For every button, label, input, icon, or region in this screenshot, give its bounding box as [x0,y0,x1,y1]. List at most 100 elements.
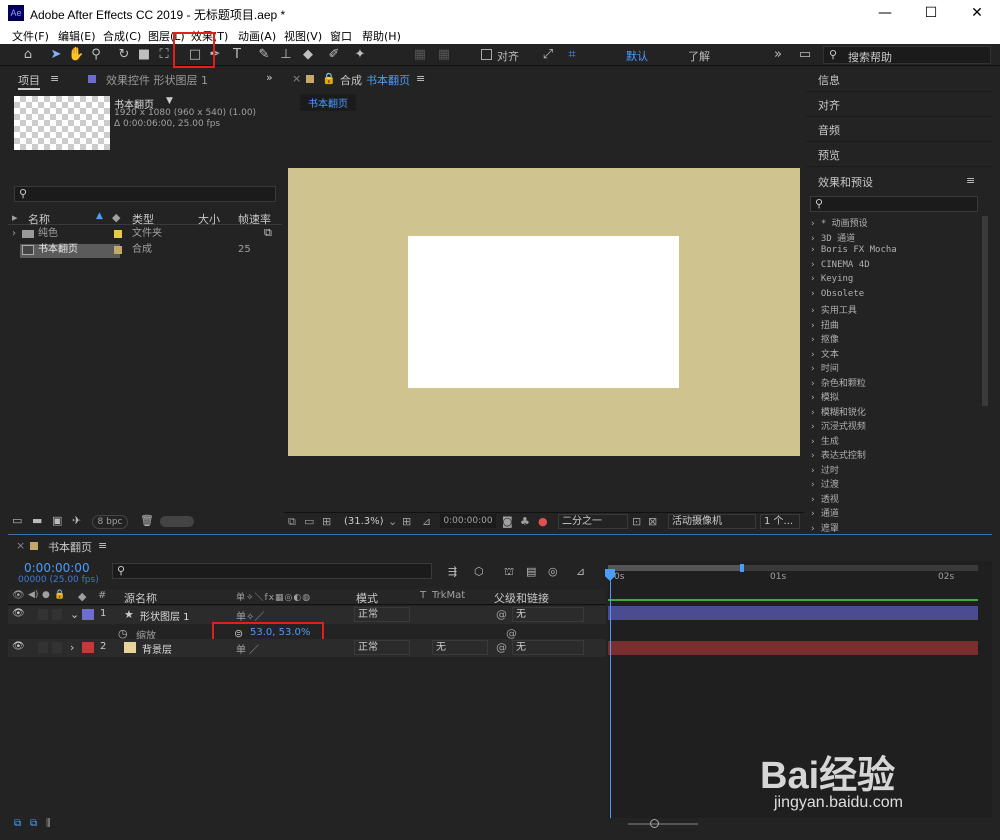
hand-tool-icon[interactable]: ✋ [68,47,84,63]
menu-animation[interactable]: 动画(A) [238,28,276,44]
project-item-row[interactable]: › 纯色 文件夹 [8,226,282,242]
chevron-right-icon[interactable]: › [810,321,821,331]
work-area-end[interactable] [740,564,744,572]
brush-tool-icon[interactable]: ✎ [256,47,272,63]
grid-icon[interactable]: ⊞ [402,515,411,528]
project-item-row[interactable]: 书本翻页 合成 25 [8,242,282,258]
roto-brush-tool-icon[interactable]: ✐ [326,47,342,63]
chevron-right-icon[interactable]: › [810,524,821,534]
viewer[interactable] [284,112,804,514]
effect-category-item[interactable]: › 模拟 [810,390,839,403]
header-source[interactable]: 源名称 [124,590,157,606]
timeline-tab-menu-icon[interactable]: ≡ [98,539,107,552]
always-preview-icon[interactable]: ⧉ [288,515,296,529]
effects-presets-title[interactable]: 效果和预设 [818,174,873,190]
timeline-tab[interactable]: 书本翻页 [48,539,92,555]
effect-category-item[interactable]: › 生成 [810,434,839,447]
monitor-icon[interactable]: ▭ [304,515,314,528]
interpret-footage-icon[interactable]: ▭ [12,514,22,527]
chevron-right-icon[interactable]: › [810,335,821,345]
project-search-input[interactable]: ⚲ [14,186,276,202]
blend-mode-select[interactable]: 正常 [354,607,410,622]
header-fps[interactable]: 帧速率 [238,211,271,227]
maximize-button[interactable]: ☐ [908,0,954,26]
effect-category-item[interactable]: › 实用工具 [810,303,857,316]
header-mode[interactable]: 模式 [356,590,378,606]
chevron-right-icon[interactable]: › [810,466,821,476]
snapshot-icon[interactable]: ◙ [502,515,513,528]
toggle-modes-icon[interactable]: ⧉ [30,818,37,829]
chevron-right-icon[interactable]: › [810,274,821,284]
rotate-tool-icon[interactable]: ↻ [116,47,132,63]
project-tab[interactable]: 项目 [18,72,40,90]
chevron-right-icon[interactable]: › [810,245,821,255]
effect-category-item[interactable]: › 抠像 [810,332,839,345]
info-panel-header[interactable]: 信息 [806,68,992,92]
help-search-input[interactable]: 搜索帮助 [848,49,892,65]
shy-layers-icon[interactable]: ⛫ [504,565,514,580]
bit-depth-button[interactable]: 8 bpc [92,515,128,529]
header-size[interactable]: 大小 [198,211,220,227]
audio-panel-header[interactable]: 音频 [806,118,992,142]
zoom-level[interactable]: (31.3%) [344,516,384,527]
new-comp-icon[interactable]: ▣ [52,514,62,527]
effect-category-item[interactable]: › 透视 [810,492,839,505]
chevron-right-icon[interactable]: › [810,260,821,270]
trash-icon[interactable]: 🗑 [140,514,154,527]
work-area-bar[interactable] [608,564,978,572]
panel-more-icon[interactable]: » [266,71,273,84]
chevron-right-icon[interactable]: › [810,219,821,229]
chevron-right-icon[interactable]: › [810,306,821,316]
chevron-right-icon[interactable]: › [810,234,821,244]
effect-category-item[interactable]: › CINEMA 4D [810,260,870,270]
close-button[interactable]: ✕ [954,0,1000,26]
flowchart-icon[interactable]: ⧉ [264,226,272,240]
roi-icon[interactable]: ⊡ [632,515,641,528]
eye-icon[interactable]: 👁 [12,608,25,619]
chevron-right-icon[interactable]: › [70,641,74,654]
viewer-timecode[interactable]: 0:00:00:00 [440,514,496,528]
comp-tab-menu-icon[interactable]: ≡ [416,72,425,85]
effects-menu-icon[interactable]: ≡ [966,174,975,187]
project-settings-icon[interactable]: ✈ [72,514,81,527]
header-type[interactable]: 类型 [132,211,154,227]
snap-feature-icon[interactable]: ⌗ [564,47,580,63]
effects-control-tab[interactable]: 效果控件 形状图层 1 [106,72,208,88]
effect-category-item[interactable]: › 过时 [810,463,839,476]
chevron-down-icon[interactable]: ▼ [166,96,173,106]
workspace-learn[interactable]: 了解 [688,48,710,64]
clone-stamp-tool-icon[interactable]: ⊥ [278,47,294,63]
header-name[interactable]: 名称 [28,211,50,227]
effect-category-item[interactable]: › 文本 [810,347,839,360]
chevron-right-icon[interactable]: › [810,289,821,299]
help-search-box[interactable]: ⚲ 搜索帮助 [823,46,991,64]
chevron-down-icon[interactable]: ⌄ [70,608,79,621]
close-icon[interactable]: × [292,72,301,85]
chevron-right-icon[interactable]: › [810,393,821,403]
chevron-right-icon[interactable]: › [810,364,821,374]
channel-icon[interactable]: ● [538,515,548,528]
layer-name[interactable]: 形状图层 1 [140,608,190,623]
timeline-search-input[interactable]: ⚲ [112,563,432,579]
zoom-slider[interactable] [160,516,194,527]
chevron-right-icon[interactable]: › [810,422,821,432]
chevron-right-icon[interactable]: › [12,226,16,242]
layer-1-bar[interactable] [608,606,978,620]
menu-edit[interactable]: 编辑(E) [58,28,96,44]
chevron-right-icon[interactable]: › [810,350,821,360]
effects-search-input[interactable]: ⚲ [810,196,978,212]
zoom-slider-track[interactable] [628,823,698,825]
trkmat-select[interactable]: 无 [432,640,488,655]
zoom-slider-thumb[interactable] [650,819,659,828]
comp-breadcrumb[interactable]: 书本翻页 [300,94,356,111]
toggle-switches-icon[interactable]: ⧉ [14,818,21,829]
preview-panel-header[interactable]: 预览 [806,143,992,167]
effect-category-item[interactable]: › 沉浸式视频 [810,419,866,432]
header-trkmat[interactable]: TrkMat [432,590,465,601]
effect-category-item[interactable]: › 遮罩 [810,521,839,534]
graph-editor-icon[interactable]: ⊿ [576,565,585,578]
layer-switches[interactable]: 单✧／ [236,608,264,623]
effect-category-item[interactable]: › 扭曲 [810,318,839,331]
chevron-right-icon[interactable]: › [810,509,821,519]
effect-category-item[interactable]: › Keying [810,274,853,284]
